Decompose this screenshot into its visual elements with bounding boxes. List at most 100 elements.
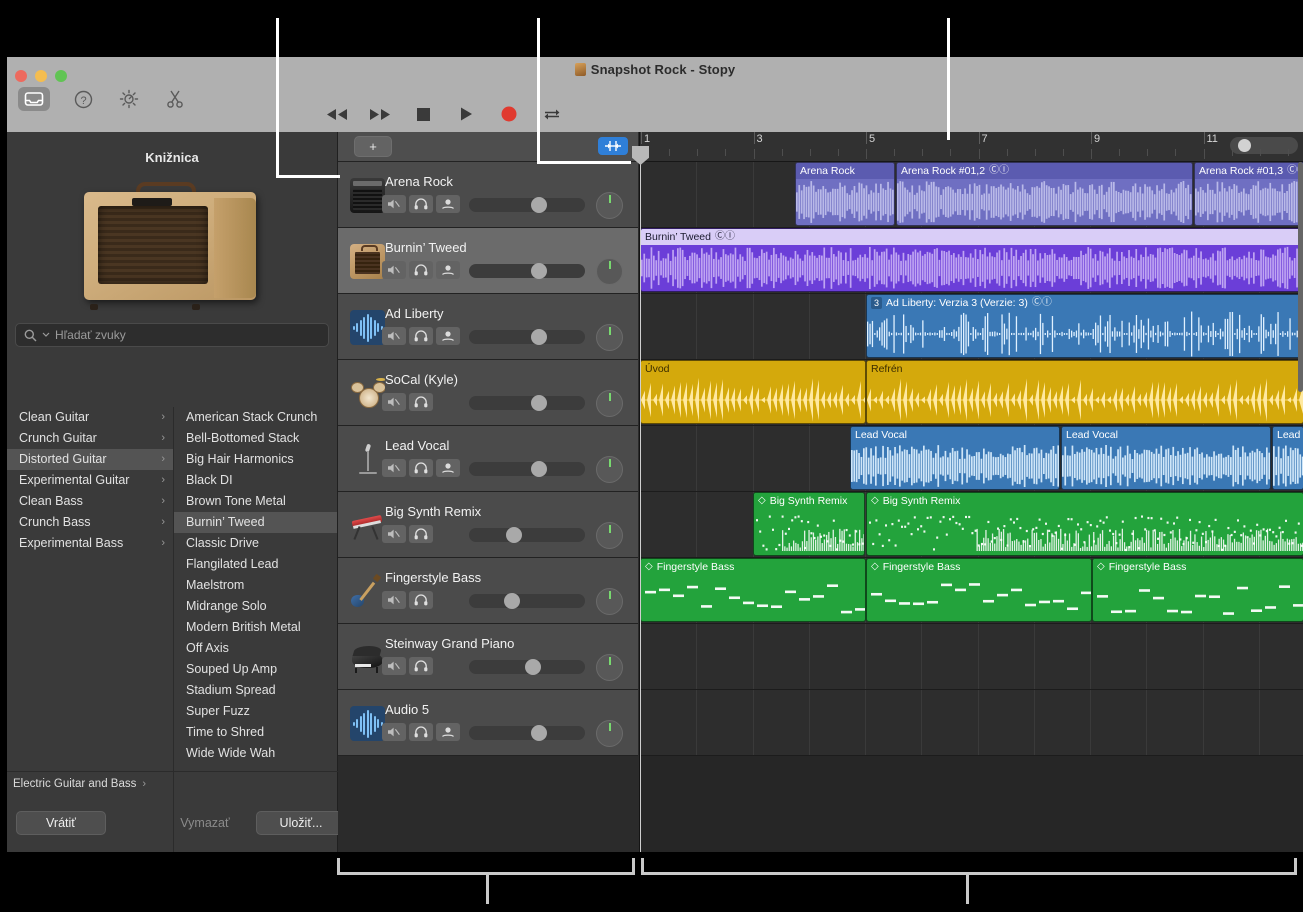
smart-controls-button[interactable] <box>116 87 142 111</box>
track-control-buttons[interactable] <box>382 591 433 609</box>
record-button[interactable] <box>497 103 521 125</box>
library-patch-item[interactable]: Super Fuzz <box>174 701 337 722</box>
library-patch-item[interactable]: Big Hair Harmonics <box>174 449 337 470</box>
volume-slider-knob[interactable] <box>531 263 547 279</box>
solo-button[interactable] <box>409 525 433 543</box>
timeline-region[interactable]: ◇ Fingerstyle Bass <box>1092 558 1303 622</box>
track-control-buttons[interactable] <box>382 195 460 213</box>
flex-time-button[interactable] <box>598 137 628 155</box>
solo-button[interactable] <box>409 723 433 741</box>
record-enable-button[interactable] <box>436 327 460 345</box>
playhead[interactable] <box>632 146 649 852</box>
volume-slider[interactable] <box>469 593 585 609</box>
library-patch-item[interactable]: Bell-Bottomed Stack <box>174 428 337 449</box>
track-header[interactable]: SoCal (Kyle) <box>338 360 638 426</box>
track-header[interactable]: Audio 5 <box>338 690 638 756</box>
solo-button[interactable] <box>409 393 433 411</box>
volume-slider-knob[interactable] <box>531 461 547 477</box>
volume-slider-knob[interactable] <box>531 329 547 345</box>
pan-knob[interactable] <box>596 258 623 285</box>
library-patch-item[interactable]: Stadium Spread <box>174 680 337 701</box>
library-patch-item[interactable]: Off Axis <box>174 638 337 659</box>
mute-button[interactable] <box>382 591 406 609</box>
revert-button[interactable]: Vrátiť <box>16 811 106 835</box>
track-header[interactable]: Ad Liberty <box>338 294 638 360</box>
timeline-region[interactable]: Burnin’ Tweed ⒸⒾ <box>640 228 1303 292</box>
pan-knob[interactable] <box>596 192 623 219</box>
library-patch-item[interactable]: Classic Drive <box>174 533 337 554</box>
volume-slider[interactable] <box>469 395 585 411</box>
record-enable-button[interactable] <box>436 195 460 213</box>
volume-slider-knob[interactable] <box>531 395 547 411</box>
mute-button[interactable] <box>382 525 406 543</box>
timeline-lane[interactable]: Úvod Refrén <box>640 360 1303 426</box>
timeline-region[interactable]: Arena Rock #01,3ⒸⒾ <box>1194 162 1303 226</box>
solo-button[interactable] <box>409 459 433 477</box>
track-control-buttons[interactable] <box>382 657 433 675</box>
timeline-lane[interactable]: ◇ Big Synth Remix ◇ Big Synth Remix <box>640 492 1303 558</box>
timeline-region[interactable]: ◇ Big Synth Remix <box>866 492 1303 556</box>
track-header[interactable]: Burnin’ Tweed <box>338 228 638 294</box>
library-patch-item[interactable]: Flangilated Lead <box>174 554 337 575</box>
volume-slider[interactable] <box>469 197 585 213</box>
timeline-region[interactable]: Lead Vocal <box>1061 426 1271 490</box>
volume-slider-knob[interactable] <box>525 659 541 675</box>
volume-slider[interactable] <box>469 659 585 675</box>
pan-knob[interactable] <box>596 654 623 681</box>
pan-knob[interactable] <box>596 588 623 615</box>
volume-slider[interactable] <box>469 725 585 741</box>
track-header[interactable]: Fingerstyle Bass <box>338 558 638 624</box>
library-category-item[interactable]: Experimental Bass › <box>7 533 173 554</box>
volume-slider[interactable] <box>469 461 585 477</box>
mute-button[interactable] <box>382 657 406 675</box>
transport-controls[interactable] <box>325 103 564 125</box>
volume-slider[interactable] <box>469 329 585 345</box>
library-patch-item[interactable]: Burnin’ Tweed <box>174 512 337 533</box>
library-category-item[interactable]: Distorted Guitar › <box>7 449 173 470</box>
library-category-item[interactable]: Crunch Bass › <box>7 512 173 533</box>
timeline-region[interactable]: ◇ Fingerstyle Bass <box>866 558 1092 622</box>
record-enable-button[interactable] <box>436 261 460 279</box>
library-patch-item[interactable]: Souped Up Amp <box>174 659 337 680</box>
play-button[interactable] <box>454 103 478 125</box>
volume-slider[interactable] <box>469 263 585 279</box>
vertical-scrollbar-thumb[interactable] <box>1298 162 1303 392</box>
timeline-region[interactable]: ◇ Fingerstyle Bass <box>640 558 866 622</box>
mute-button[interactable] <box>382 393 406 411</box>
fast-forward-button[interactable] <box>368 103 392 125</box>
delete-button[interactable]: Vymazať <box>160 811 250 835</box>
library-category-item[interactable]: Crunch Guitar › <box>7 428 173 449</box>
timeline-region[interactable]: Refrén <box>866 360 1303 424</box>
volume-slider-knob[interactable] <box>531 197 547 213</box>
pan-knob[interactable] <box>596 720 623 747</box>
record-enable-button[interactable] <box>436 459 460 477</box>
pan-knob[interactable] <box>596 324 623 351</box>
volume-slider-knob[interactable] <box>504 593 520 609</box>
pan-knob[interactable] <box>596 390 623 417</box>
library-patch-item[interactable]: Black DI <box>174 470 337 491</box>
pan-knob[interactable] <box>596 456 623 483</box>
library-patch-item[interactable]: Brown Tone Metal <box>174 491 337 512</box>
timeline-region[interactable]: Lead Vocal <box>850 426 1060 490</box>
solo-button[interactable] <box>409 657 433 675</box>
volume-slider-knob[interactable] <box>506 527 522 543</box>
volume-slider-knob[interactable] <box>531 725 547 741</box>
track-header[interactable]: Lead Vocal <box>338 426 638 492</box>
library-breadcrumb[interactable]: Electric Guitar and Bass › <box>7 771 343 795</box>
track-control-buttons[interactable] <box>382 327 460 345</box>
timeline-lane[interactable] <box>640 624 1303 690</box>
help-button[interactable]: ? <box>70 87 96 111</box>
track-header[interactable]: Big Synth Remix <box>338 492 638 558</box>
mute-button[interactable] <box>382 459 406 477</box>
timeline-lane[interactable]: Arena Rock Arena Rock #01,2 ⒸⒾ Arena Rock #… <box>640 162 1303 228</box>
timeline-region[interactable]: Úvod <box>640 360 866 424</box>
timeline-lane[interactable]: ◇ Fingerstyle Bass ◇ Fingerstyle Bass ◇ Finge… <box>640 558 1303 624</box>
timeline-ruler[interactable]: 1 3 5 7 9 11 <box>640 132 1303 162</box>
timeline-lane[interactable] <box>640 690 1303 756</box>
editors-button[interactable] <box>162 87 188 111</box>
track-control-buttons[interactable] <box>382 393 433 411</box>
timeline-lane[interactable]: Burnin’ Tweed ⒸⒾ <box>640 228 1303 294</box>
add-track-button[interactable]: + <box>354 136 392 157</box>
track-header[interactable]: Arena Rock <box>338 162 638 228</box>
timeline-lane[interactable]: Lead Vocal Lead Vocal Lead <box>640 426 1303 492</box>
